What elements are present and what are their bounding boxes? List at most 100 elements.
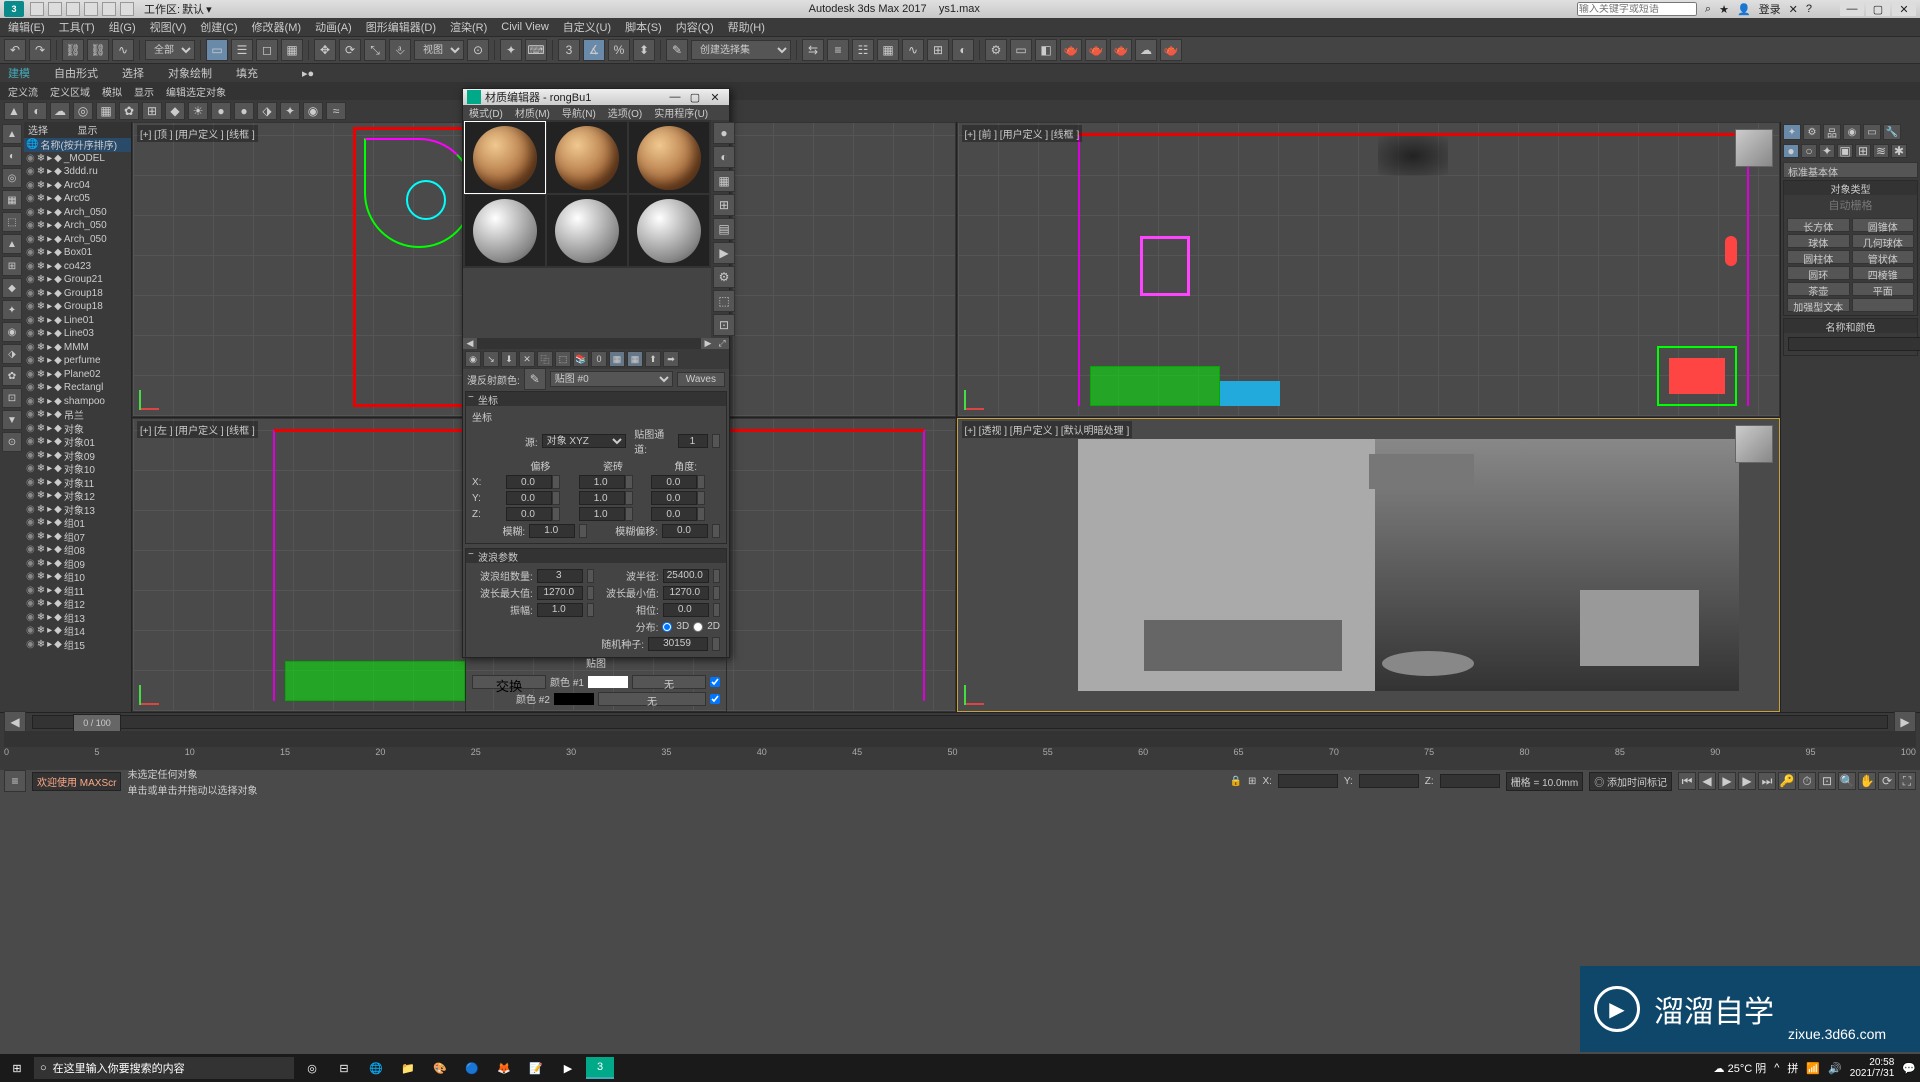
mirror-icon[interactable]: ⇆: [802, 39, 824, 61]
primitive-button[interactable]: 管状体: [1852, 250, 1915, 264]
me-make-unique-icon[interactable]: ⬚: [555, 351, 571, 367]
ltool-icon-4[interactable]: ▦: [2, 190, 22, 210]
menu-render[interactable]: 渲染(R): [450, 19, 487, 35]
render-setup-icon[interactable]: ⚙: [985, 39, 1007, 61]
extras-icon-2[interactable]: ◐: [27, 102, 47, 120]
list-item[interactable]: ◉❄▸◆对象01: [24, 435, 131, 449]
primitive-button[interactable]: 球体: [1787, 234, 1850, 248]
extras-icon-13[interactable]: ✦: [280, 102, 300, 120]
tray-network-icon[interactable]: 📶: [1806, 1062, 1820, 1075]
spinner-icon[interactable]: [587, 603, 594, 617]
coord-source-dropdown[interactable]: 对象 XYZ: [542, 434, 627, 448]
refcoord-dropdown[interactable]: 视图: [414, 40, 464, 60]
slot-scrollbar[interactable]: [477, 338, 701, 349]
blur-input[interactable]: [529, 524, 575, 538]
material-slot-4[interactable]: [465, 195, 545, 266]
tab-utilities-icon[interactable]: 🔧: [1883, 124, 1901, 140]
me-put-library-icon[interactable]: 📚: [573, 351, 589, 367]
link-icon[interactable]: ⛓: [62, 39, 84, 61]
viewport-front[interactable]: [+] [前 ] [用户定义 ] [线框 ]: [957, 122, 1781, 417]
tray-chevron-up-icon[interactable]: ^: [1774, 1062, 1779, 1074]
taskbar-search[interactable]: ○ 在这里输入你要搜索的内容: [34, 1057, 294, 1079]
radius-input[interactable]: [663, 569, 709, 583]
list-item[interactable]: ◉❄▸◆组13: [24, 611, 131, 625]
list-item[interactable]: ◉❄▸◆组08: [24, 543, 131, 557]
primitive-button[interactable]: 加强型文本: [1787, 298, 1850, 312]
me-show-end-icon[interactable]: ▦: [627, 351, 643, 367]
visibility-icon[interactable]: ◉: [26, 558, 35, 569]
extras-icon-10[interactable]: ●: [211, 102, 231, 120]
viewcube-persp-icon[interactable]: [1735, 425, 1773, 463]
me-go-sibling-icon[interactable]: ➡: [663, 351, 679, 367]
mateditor-titlebar[interactable]: 材质编辑器 - rongBu1 — ▢ ✕: [463, 89, 729, 105]
angle-input[interactable]: [651, 475, 697, 489]
app1-icon[interactable]: 🔵: [458, 1057, 486, 1079]
freeze-icon[interactable]: ❄: [37, 463, 45, 474]
list-item[interactable]: ◉❄▸◆Line03: [24, 327, 131, 341]
menu-create[interactable]: 创建(C): [200, 19, 237, 35]
ltool-icon-1[interactable]: ▲: [2, 124, 22, 144]
freeze-icon[interactable]: ❄: [37, 571, 45, 582]
spinner-icon[interactable]: [552, 475, 560, 489]
percent-snap-icon[interactable]: %: [608, 39, 630, 61]
pan-icon[interactable]: ✋: [1858, 772, 1876, 790]
freeze-icon[interactable]: ❄: [37, 261, 45, 272]
object-name-input[interactable]: [1788, 337, 1920, 351]
qat-project-icon[interactable]: [120, 2, 134, 16]
subrib-define-area[interactable]: 定义区域: [50, 84, 90, 99]
infocenter-icon[interactable]: ⌕: [1705, 3, 1711, 16]
seed-input[interactable]: [648, 637, 708, 651]
primitive-button[interactable]: [1852, 298, 1915, 312]
freeze-icon[interactable]: ❄: [37, 369, 45, 380]
visibility-icon[interactable]: ◉: [26, 193, 35, 204]
list-item[interactable]: ◉❄▸◆组15: [24, 638, 131, 652]
extras-icon-3[interactable]: ☁: [50, 102, 70, 120]
visibility-icon[interactable]: ◉: [26, 261, 35, 272]
list-item[interactable]: ◉❄▸◆Plane02: [24, 368, 131, 382]
menu-edit[interactable]: 编辑(E): [8, 19, 45, 35]
me-put-to-scene-icon[interactable]: ↘: [483, 351, 499, 367]
list-item[interactable]: ◉❄▸◆perfume: [24, 354, 131, 368]
list-item[interactable]: ◉❄▸◆Rectangl: [24, 381, 131, 395]
select-move-icon[interactable]: ✥: [314, 39, 336, 61]
tab-motion-icon[interactable]: ◉: [1843, 124, 1861, 140]
coord-z-input[interactable]: [1440, 774, 1500, 788]
tray-pinyin-icon[interactable]: 拼: [1787, 1060, 1798, 1076]
select-by-name-icon[interactable]: ☰: [231, 39, 253, 61]
tab-create-icon[interactable]: ✦: [1783, 124, 1801, 140]
freeze-icon[interactable]: ❄: [37, 166, 45, 177]
me-mtl-id-icon[interactable]: 0: [591, 351, 607, 367]
me-menu-navigate[interactable]: 导航(N): [562, 105, 596, 120]
subrib-define-flow[interactable]: 定义流: [8, 84, 38, 99]
freeze-icon[interactable]: ❄: [37, 612, 45, 623]
extras-icon-9[interactable]: ☀: [188, 102, 208, 120]
rollout-object-type[interactable]: 对象类型: [1784, 181, 1917, 195]
select-object-icon[interactable]: ▭: [206, 39, 228, 61]
goto-end-icon[interactable]: ⏭: [1758, 772, 1776, 790]
maxlen-input[interactable]: [537, 586, 583, 600]
amp-input[interactable]: [537, 603, 583, 617]
coord-x-input[interactable]: [1278, 774, 1338, 788]
spinner-icon[interactable]: [712, 637, 720, 651]
list-item[interactable]: ◉❄▸◆_MODEL: [24, 152, 131, 166]
start-button[interactable]: ⊞: [4, 1057, 30, 1079]
me-uvtile-icon[interactable]: ⊞: [713, 194, 735, 216]
me-menu-mode[interactable]: 模式(D): [469, 105, 503, 120]
extras-icon-7[interactable]: ⊞: [142, 102, 162, 120]
spinner-snap-icon[interactable]: ⬍: [633, 39, 655, 61]
primitive-button[interactable]: 圆环: [1787, 266, 1850, 280]
me-assign-icon[interactable]: ⬇: [501, 351, 517, 367]
visibility-icon[interactable]: ◉: [26, 585, 35, 596]
qat-undo-icon[interactable]: [84, 2, 98, 16]
visibility-icon[interactable]: ◉: [26, 625, 35, 636]
freeze-icon[interactable]: ❄: [37, 477, 45, 488]
time-slider-track[interactable]: 0 / 100: [32, 715, 1888, 729]
login-link[interactable]: 登录: [1759, 1, 1781, 17]
tab-modify-icon[interactable]: ⚙: [1803, 124, 1821, 140]
material-slot-1[interactable]: [465, 122, 545, 193]
render-production-icon[interactable]: 🫖: [1060, 39, 1082, 61]
visibility-icon[interactable]: ◉: [26, 517, 35, 528]
maximize-button[interactable]: ▢: [1866, 2, 1890, 16]
ltool-icon-15[interactable]: ⊙: [2, 432, 22, 452]
goto-start-icon[interactable]: ⏮: [1678, 772, 1696, 790]
